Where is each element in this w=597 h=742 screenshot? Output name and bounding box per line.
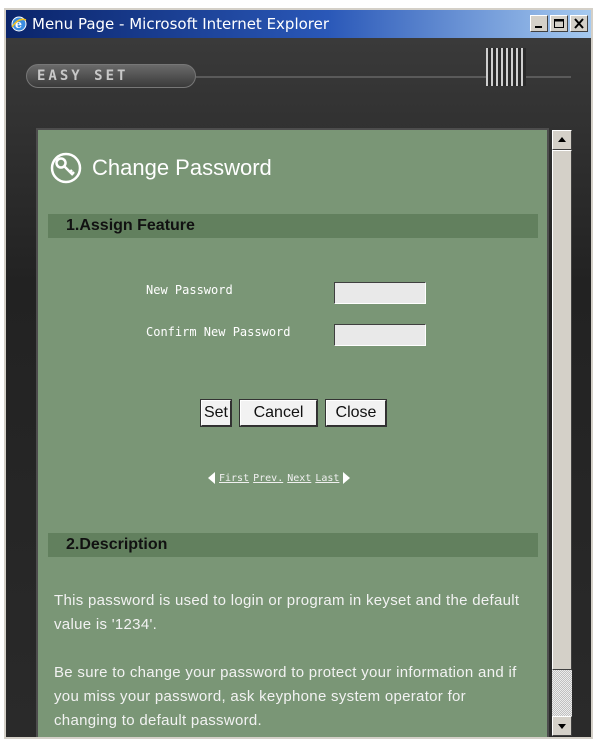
logo-text: EASY SET	[37, 68, 129, 84]
arrow-down-icon	[558, 724, 566, 729]
prev-link[interactable]: Prev.	[253, 473, 283, 484]
browser-window: e Menu Page - Microsoft Internet Explore…	[4, 8, 593, 739]
page-navigation: First Prev. Next Last	[208, 472, 351, 484]
key-icon	[50, 152, 82, 184]
page-title: Change Password	[50, 152, 272, 184]
confirm-password-input[interactable]	[334, 324, 426, 346]
scroll-thumb[interactable]	[552, 150, 572, 670]
close-page-button[interactable]: Close	[325, 399, 387, 427]
first-link[interactable]: First	[219, 473, 249, 484]
minimize-icon	[535, 26, 542, 28]
content-panel: Change Password 1.Assign Feature New Pas…	[36, 128, 549, 737]
new-password-label: New Password	[146, 283, 233, 297]
maximize-icon	[554, 19, 564, 28]
window-controls	[530, 15, 588, 32]
close-button[interactable]	[570, 15, 588, 32]
vertical-scrollbar[interactable]	[552, 130, 572, 736]
description-paragraph-2: Be sure to change your password to prote…	[54, 664, 517, 729]
scroll-track[interactable]	[552, 670, 572, 716]
app-frame: EASY SET Change Password 1.Assign Featur…	[6, 38, 591, 737]
description-paragraph-1: This password is used to login or progra…	[54, 592, 520, 633]
minimize-button[interactable]	[530, 15, 548, 32]
easy-set-logo: EASY SET	[26, 64, 196, 88]
scroll-down-button[interactable]	[552, 716, 572, 736]
vent-grill-top	[486, 48, 526, 86]
scroll-up-button[interactable]	[552, 130, 572, 150]
arrow-up-icon	[558, 137, 566, 142]
new-password-input[interactable]	[334, 282, 426, 304]
next-link[interactable]: Next	[287, 473, 311, 484]
confirm-password-label: Confirm New Password	[146, 325, 291, 339]
ie-icon: e	[11, 16, 27, 32]
page-title-text: Change Password	[92, 155, 272, 180]
prev-arrow-icon[interactable]	[208, 472, 215, 484]
cancel-button[interactable]: Cancel	[239, 399, 318, 427]
section-header-assign-feature: 1.Assign Feature	[48, 214, 538, 238]
title-bar[interactable]: e Menu Page - Microsoft Internet Explore…	[6, 10, 591, 38]
last-link[interactable]: Last	[315, 473, 339, 484]
maximize-button[interactable]	[550, 15, 568, 32]
close-icon	[574, 18, 584, 29]
next-arrow-icon[interactable]	[343, 472, 351, 484]
window-title: Menu Page - Microsoft Internet Explorer	[32, 15, 330, 33]
section-header-description: 2.Description	[48, 533, 538, 557]
set-button[interactable]: Set	[200, 399, 232, 427]
